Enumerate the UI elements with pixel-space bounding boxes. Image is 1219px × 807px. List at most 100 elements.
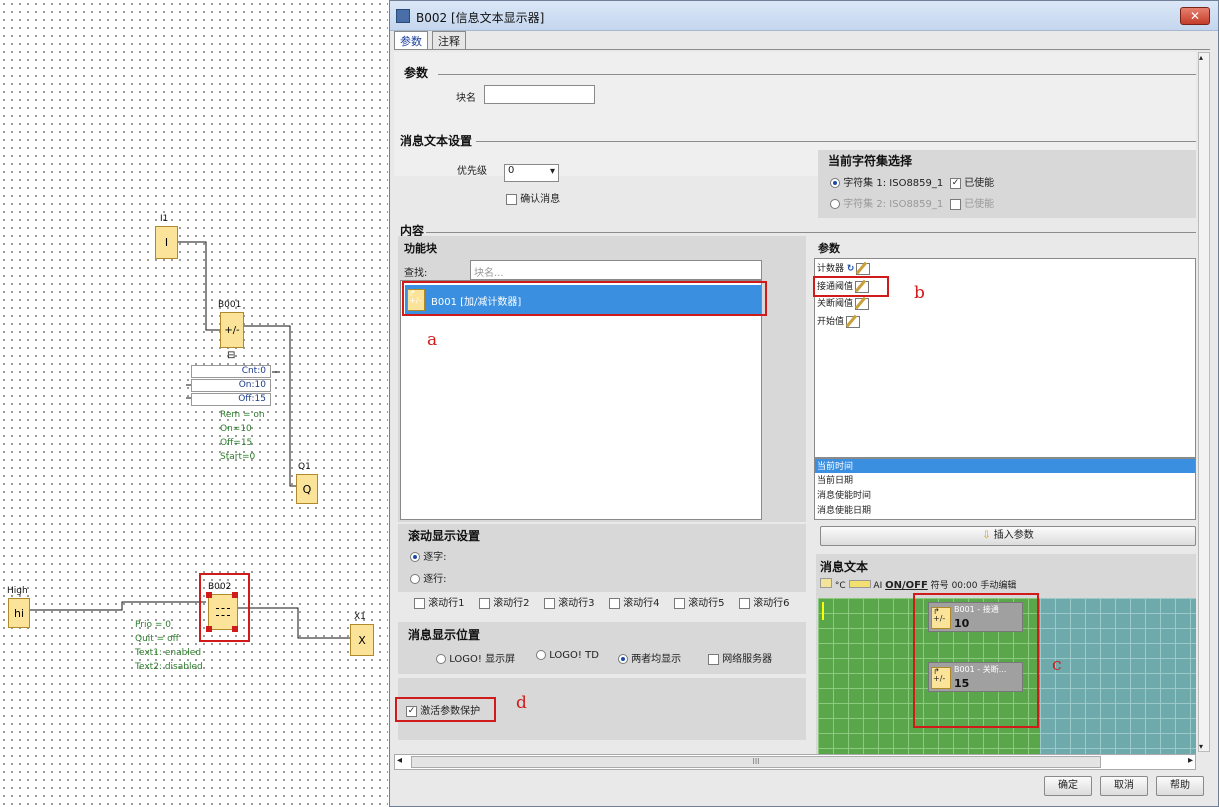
v-scrollbar[interactable]: ▴ ▾	[1198, 52, 1210, 752]
block-list[interactable]: ↱ +/- B001 [加/减计数器]	[400, 280, 762, 520]
refresh-icon: ↻	[846, 264, 855, 274]
hi-label: High	[7, 586, 28, 596]
b002-block[interactable]	[208, 594, 238, 630]
scroll-right-icon[interactable]: ▸	[1188, 755, 1193, 766]
edit-icon	[855, 297, 870, 310]
ok-button[interactable]: 确定	[1044, 776, 1092, 796]
wire-i1-b001	[178, 241, 220, 331]
param-cnt[interactable]: Cnt:0	[191, 365, 271, 378]
degc-button[interactable]: °C	[835, 581, 846, 591]
scroll-down-icon[interactable]: ▾	[1199, 742, 1203, 751]
block-name-label: 块名	[456, 93, 476, 104]
x1-block[interactable]: X	[350, 624, 374, 656]
cancel-button[interactable]: 取消	[1100, 776, 1148, 796]
onoff-button[interactable]: ON/OFF	[885, 580, 928, 591]
symbol-button[interactable]: 符号	[931, 581, 949, 591]
annotation-box-c	[913, 593, 1039, 728]
msg-settings-heading: 消息文本设置	[400, 134, 473, 148]
ai-button[interactable]: AI	[873, 581, 882, 591]
time-list[interactable]: 当前时间 当前日期 消息使能时间 消息使能日期	[814, 458, 1196, 520]
scroll-row-checkbox[interactable]: 滚动行2	[479, 594, 530, 609]
charset2-radio[interactable]: 字符集 2: ISO8859_1	[830, 195, 943, 210]
text-cursor	[822, 602, 824, 620]
collapse-icon[interactable]: ⊟	[227, 350, 235, 361]
param-off[interactable]: Off:15	[191, 393, 271, 406]
edit-icon	[856, 262, 871, 275]
scroll-left-icon[interactable]: ◂	[397, 755, 402, 766]
param-item-counter[interactable]: 计数器 ↻	[817, 261, 871, 275]
tab-params[interactable]: 参数	[394, 31, 428, 49]
x1-label: X1	[354, 612, 366, 622]
q1-block[interactable]: Q	[296, 474, 318, 504]
time-item[interactable]: 当前时间	[815, 459, 1195, 473]
scroll-row-checkbox[interactable]: 滚动行4	[609, 594, 660, 609]
b002-label: B002	[208, 582, 232, 592]
b002-info: Prio = 0 Quit = off Text1: enabled Text2…	[135, 620, 203, 672]
time-button[interactable]: 00:00	[952, 581, 978, 591]
time-item[interactable]: 消息使能时间	[815, 488, 1195, 503]
annotation-a: a	[427, 330, 438, 350]
annotation-b: b	[914, 283, 925, 303]
param-item-off[interactable]: 关断阈值	[817, 296, 870, 310]
params-heading: 参数	[404, 66, 429, 80]
scroll-row-checkbox[interactable]: 滚动行1	[414, 594, 465, 609]
param-on[interactable]: On:10	[191, 379, 271, 392]
wire-b002-x1	[238, 607, 350, 639]
annotation-c: c	[1052, 655, 1062, 675]
annotation-box-a	[402, 281, 767, 316]
tab-content: 参数 块名 消息文本设置 优先级 0 ▾ 确认消息 当前字符集选择 字符集 1: …	[394, 49, 1210, 799]
position-checkbox[interactable]: 网络服务器	[708, 650, 772, 665]
manual-edit-button[interactable]: 手动编辑	[980, 581, 1016, 591]
h-scroll-thumb[interactable]: III	[411, 756, 1101, 768]
charset1-enabled[interactable]: ✓ 已使能	[950, 174, 994, 189]
hi-block[interactable]: hi	[8, 598, 30, 628]
tab-comments[interactable]: 注释	[432, 31, 466, 49]
msg-grid-teal[interactable]	[1040, 598, 1196, 754]
param-item-start[interactable]: 开始值	[817, 314, 861, 328]
bar-icon[interactable]	[848, 580, 871, 588]
b001-block[interactable]: +/-	[220, 312, 244, 348]
scroll-up-icon[interactable]: ▴	[1199, 53, 1203, 62]
scroll-row-checkbox[interactable]: 滚动行6	[739, 594, 790, 609]
scroll-row-checkbox[interactable]: 滚动行3	[544, 594, 595, 609]
close-button[interactable]: ✕	[1180, 7, 1210, 25]
handle-br[interactable]	[232, 626, 238, 632]
i1-block[interactable]: I	[155, 226, 178, 259]
scroll-row-checkbox[interactable]: 滚动行5	[674, 594, 725, 609]
priority-select[interactable]: 0 ▾	[504, 164, 559, 182]
app-icon	[396, 9, 410, 23]
i1-label: I1	[160, 214, 169, 224]
time-item[interactable]: 当前日期	[815, 473, 1195, 488]
position-radio[interactable]: LOGO! TD	[536, 650, 599, 661]
insert-param-button[interactable]: ⇩ 插入参数	[820, 526, 1196, 546]
scroll-line-radio[interactable]: 逐行:	[410, 570, 447, 585]
help-button[interactable]: 帮助	[1156, 776, 1204, 796]
diagram-canvas[interactable]: I1 I B001 +/- ⊟ Cnt:0 On:10 Off:15 Rem =…	[0, 0, 388, 807]
handle-bl[interactable]	[206, 626, 212, 632]
search-label: 查找:	[404, 268, 428, 279]
q1-label: Q1	[298, 462, 311, 472]
time-item[interactable]: 消息使能日期	[815, 503, 1195, 518]
eraser-icon[interactable]	[820, 578, 832, 588]
params-list-title: 参数	[818, 242, 840, 255]
charset2-enabled[interactable]: 已使能	[950, 195, 994, 210]
confirm-msg-checkbox[interactable]: 确认消息	[506, 190, 560, 205]
block-name-input[interactable]	[484, 85, 595, 104]
position-radio[interactable]: 两者均显示	[618, 650, 681, 665]
msg-toolbar: °C AI ON/OFF 符号 00:00 手动编辑	[820, 578, 1016, 591]
arrow-down-icon: ⇩	[982, 530, 991, 541]
charset1-radio[interactable]: 字符集 1: ISO8859_1	[830, 174, 943, 189]
search-input[interactable]: 块名...	[470, 260, 762, 280]
scroll-char-radio[interactable]: 逐字:	[410, 548, 447, 563]
edit-icon	[846, 315, 861, 328]
func-blocks-panel: 功能块 查找: 块名... ↱ +/- B001 [加/减计数器]	[398, 236, 806, 522]
scroll-panel: 滚动显示设置 逐字: 逐行:	[398, 524, 806, 592]
handle-tr[interactable]	[232, 592, 238, 598]
h-scrollbar[interactable]: ◂ III ▸	[394, 754, 1196, 770]
position-radio[interactable]: LOGO! 显示屏	[436, 650, 515, 665]
charset-panel: 当前字符集选择 字符集 1: ISO8859_1 ✓ 已使能 字符集 2: IS…	[818, 150, 1196, 218]
position-title: 消息显示位置	[408, 628, 481, 642]
title-bar[interactable]: B002 [信息文本显示器] ✕	[390, 1, 1218, 31]
handle-tl[interactable]	[206, 592, 212, 598]
func-blocks-title: 功能块	[404, 242, 437, 255]
